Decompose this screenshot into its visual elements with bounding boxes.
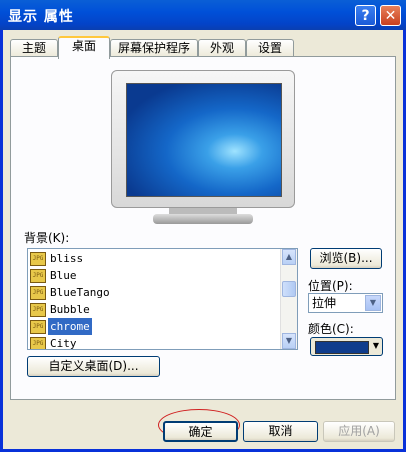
tab-themes[interactable]: 主题 [10,39,58,57]
list-item-label: Bubble [50,303,90,316]
monitor-preview [111,70,295,224]
list-item-label: BlueTango [50,286,110,299]
position-value: 拉伸 [312,296,337,310]
help-button[interactable]: ? [355,5,376,26]
wallpaper-preview [126,83,282,197]
ok-button[interactable]: 确定 [163,421,238,442]
list-item[interactable]: JPG City [30,335,79,350]
monitor-bezel [111,70,295,208]
scroll-up-icon[interactable]: ▲ [282,249,296,265]
scroll-thumb[interactable] [282,281,296,297]
apply-button[interactable]: 应用(A) [323,421,395,442]
position-select[interactable]: 拉伸 ▼ [308,293,383,313]
tab-appearance[interactable]: 外观 [198,39,246,57]
window-title: 显示 属性 [8,9,74,25]
list-item-label: Blue [50,269,77,282]
close-button[interactable]: ✕ [380,5,401,26]
list-item-label: chrome [48,318,92,335]
customize-desktop-button[interactable]: 自定义桌面(D)... [27,356,160,377]
chevron-down-icon: ▼ [372,341,379,350]
color-label: 颜色(C): [308,322,354,336]
color-swatch [315,341,369,354]
list-item-label: bliss [50,252,84,265]
jpg-file-icon: JPG [30,269,46,283]
tab-settings[interactable]: 设置 [246,39,294,57]
jpg-file-icon: JPG [30,320,46,334]
list-item[interactable]: JPG BlueTango [30,284,112,301]
scroll-down-icon[interactable]: ▼ [282,333,296,349]
jpg-file-icon: JPG [30,286,46,300]
browse-button[interactable]: 浏览(B)... [310,248,382,269]
position-label: 位置(P): [308,279,353,293]
jpg-file-icon: JPG [30,303,46,317]
display-properties-window: 显示 属性 ? ✕ 主题 桌面 屏幕保护程序 外观 设置 背景(K): JPG b… [0,0,406,452]
background-label: 背景(K): [24,231,70,245]
color-picker-button[interactable]: ▼ [310,337,383,356]
chevron-down-icon[interactable]: ▼ [365,295,381,311]
jpg-file-icon: JPG [30,252,46,266]
background-listbox[interactable]: JPG bliss JPG Blue JPG BlueTango JPG Bubble … [27,248,298,350]
list-item[interactable]: JPG Blue [30,267,79,284]
cancel-button[interactable]: 取消 [243,421,318,442]
monitor-stand [153,214,253,224]
tab-screensaver[interactable]: 屏幕保护程序 [110,39,198,57]
list-item[interactable]: JPG bliss [30,250,85,267]
jpg-file-icon: JPG [30,337,46,349]
list-item[interactable]: JPG Bubble [30,301,92,318]
title-bar[interactable]: 显示 属性 ? ✕ [0,0,406,30]
list-item-label: City [50,337,77,350]
list-item-selected[interactable]: JPG chrome [30,318,92,335]
list-scrollbar[interactable]: ▲ ▼ [280,249,297,349]
tab-desktop[interactable]: 桌面 [58,36,110,59]
